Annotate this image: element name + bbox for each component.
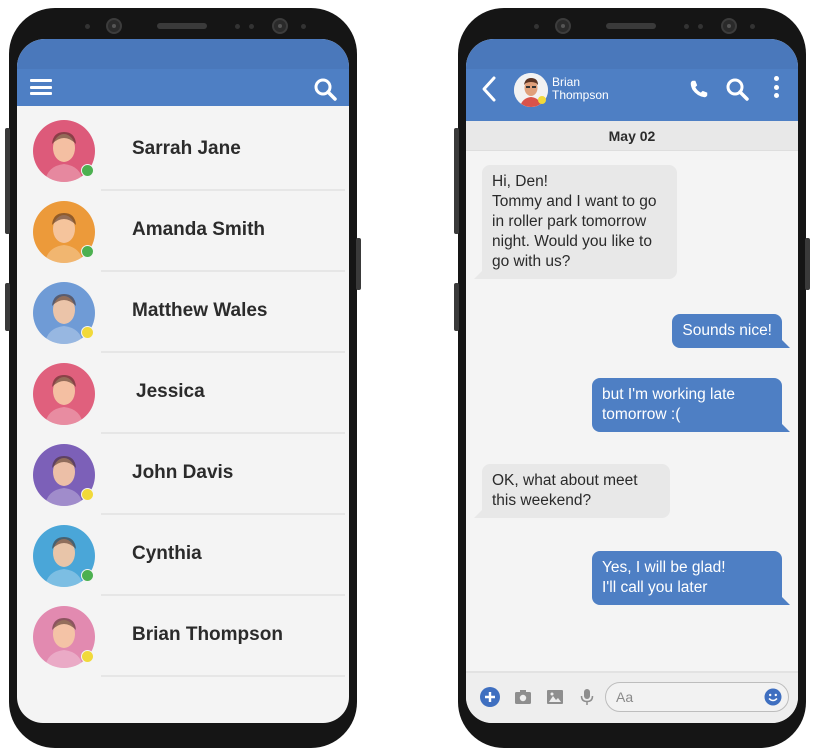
contact-name: Matthew Wales [132,300,268,321]
contact-item[interactable]: Jessica [17,353,349,434]
chat-app-bar: Brian Thompson [466,69,798,121]
divider [101,675,345,677]
message-line: night. Would you like to [492,233,652,250]
contact-name: Jessica [136,381,205,402]
contact-last-name: Thompson [552,88,609,102]
phone-sensors [458,14,806,40]
front-camera [555,18,571,34]
sensor-dot [534,24,539,29]
sensor-dot [235,24,240,29]
message-bubble-outgoing: Yes, I will be glad! I'll call you later [592,551,790,605]
sensor-dot [698,24,703,29]
earpiece-speaker [606,23,656,29]
message-input[interactable] [616,689,756,705]
volume-button [5,128,10,234]
contact-list: Sarrah Jane Amanda Smith Matthew Wales J… [17,106,349,677]
contact-item[interactable]: Sarrah Jane [17,110,349,191]
search-icon[interactable] [313,77,337,101]
phone-icon[interactable] [688,77,710,101]
sensor-dot [750,24,755,29]
presence-indicator [81,650,94,663]
message-line: Hi, Den! [492,173,548,190]
contact-name: Amanda Smith [132,219,266,240]
contacts-app-bar [17,69,349,106]
sensor-dot [301,24,306,29]
message-line: this weekend? [492,492,592,509]
contact-name: Brian Thompson [132,624,283,645]
contact-item[interactable]: Amanda Smith [17,191,349,272]
message-bubble-incoming: Hi, Den! Tommy and I want to go in rolle… [474,165,677,279]
message-bubble-outgoing: but I'm working late tomorrow :( [592,378,790,432]
contact-name: Cynthia [132,543,202,564]
presence-indicator [81,326,94,339]
sensor-dot [684,24,689,29]
iris-scanner [272,18,288,34]
iris-scanner [721,18,737,34]
kebab-menu-icon[interactable] [772,76,780,102]
date-separator: May 02 [466,121,798,151]
sensor-dot [85,24,90,29]
message-input-container[interactable] [605,682,789,712]
contact-name: John Davis [132,462,234,483]
message-composer [466,671,798,723]
phone-frame-chat: Brian Thompson May 02 Hi, Den! Tommy and… [454,8,810,748]
message-line: go with us? [492,253,571,270]
presence-indicator [81,164,94,177]
power-button [356,238,361,290]
power-button [805,238,810,290]
bixby-button [5,283,10,331]
contacts-screen: Sarrah Jane Amanda Smith Matthew Wales J… [17,39,349,723]
search-icon[interactable] [725,77,749,101]
message-thread: Hi, Den! Tommy and I want to go in rolle… [466,151,798,706]
contact-item[interactable]: Cynthia [17,515,349,596]
chat-screen: Brian Thompson May 02 Hi, Den! Tommy and… [466,39,798,723]
message-line: but I'm working late [602,386,736,403]
message-line: OK, what about meet [492,472,638,489]
contact-item[interactable]: John Davis [17,434,349,515]
phone-sensors [9,14,357,40]
avatar [33,363,95,425]
status-bar [17,39,349,69]
message-bubble-outgoing: Sounds nice! [672,314,790,348]
message-line: tomorrow :( [602,406,681,423]
phone-frame-contacts: Sarrah Jane Amanda Smith Matthew Wales J… [5,8,361,748]
front-camera [106,18,122,34]
contact-item[interactable]: Brian Thompson [17,596,349,677]
hamburger-menu-icon[interactable] [30,79,52,95]
message-line: Yes, I will be glad! [602,559,726,576]
status-bar [466,39,798,69]
microphone-icon[interactable] [578,688,596,706]
emoji-icon[interactable] [764,688,782,706]
message-line: Tommy and I want to go [492,193,657,210]
contact-name: Sarrah Jane [132,138,241,159]
contact-item[interactable]: Matthew Wales [17,272,349,353]
message-line: in roller park tomorrow [492,213,647,230]
image-icon[interactable] [546,688,564,706]
presence-indicator [81,569,94,582]
plus-icon[interactable] [480,687,500,707]
contact-name-header: Brian Thompson [552,76,622,102]
camera-icon[interactable] [514,688,532,706]
bixby-button [454,283,459,331]
sensor-dot [249,24,254,29]
presence-indicator [81,245,94,258]
message-bubble-incoming: OK, what about meet this weekend? [474,464,670,518]
message-line: I'll call you later [602,579,708,596]
chevron-left-icon[interactable] [480,75,498,103]
presence-indicator [538,96,546,104]
earpiece-speaker [157,23,207,29]
presence-indicator [81,488,94,501]
message-line: Sounds nice! [682,322,772,339]
volume-button [454,128,459,234]
